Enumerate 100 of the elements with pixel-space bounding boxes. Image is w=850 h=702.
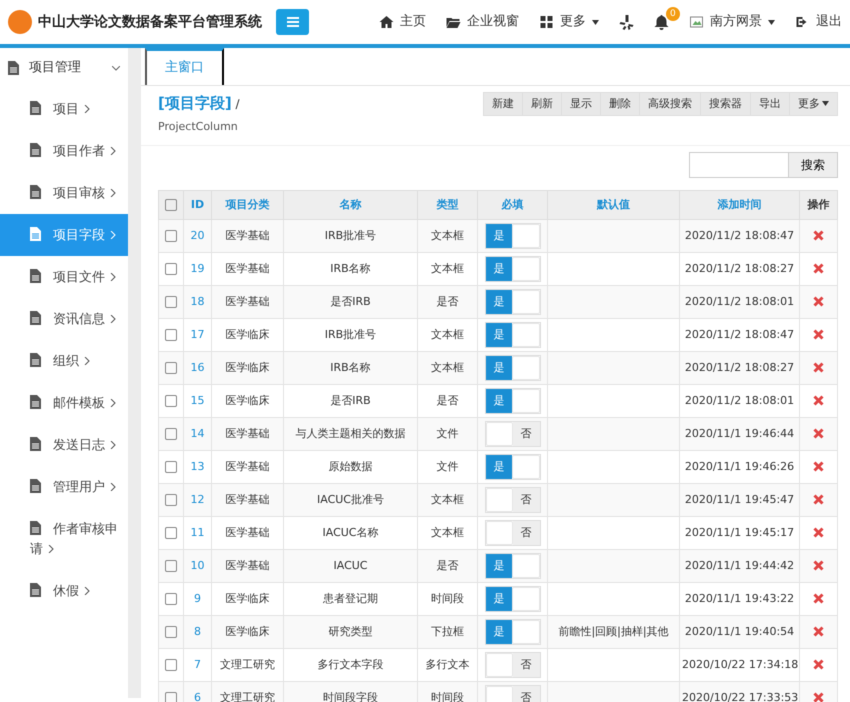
column-header[interactable]: 必填 bbox=[502, 198, 524, 211]
row-checkbox[interactable] bbox=[165, 592, 177, 605]
column-header[interactable]: 名称 bbox=[340, 198, 362, 211]
delete-icon[interactable] bbox=[813, 527, 824, 538]
chevron-icon bbox=[110, 441, 116, 449]
chevron-icon bbox=[110, 399, 116, 407]
table-cell: 文本框 bbox=[431, 526, 464, 539]
delete-icon[interactable] bbox=[813, 362, 824, 374]
column-header[interactable]: 类型 bbox=[436, 198, 458, 211]
bell-icon[interactable] bbox=[654, 14, 669, 30]
table-cell: 医学临床 bbox=[226, 328, 270, 341]
sidebar-item[interactable]: 管理用户 bbox=[0, 466, 128, 508]
table-cell: 医学基础 bbox=[226, 460, 270, 473]
sidebar-item[interactable]: 项目审核 bbox=[0, 172, 128, 214]
required-toggle[interactable]: 是 bbox=[484, 388, 540, 414]
nav-link[interactable]: 主页 bbox=[379, 12, 426, 32]
chevron-icon bbox=[110, 315, 116, 323]
required-toggle[interactable]: 是 bbox=[484, 586, 540, 612]
row-checkbox[interactable] bbox=[165, 658, 177, 671]
required-toggle[interactable]: 是 bbox=[484, 223, 540, 249]
sidebar-item[interactable]: 项目文件 bbox=[0, 256, 128, 298]
delete-icon[interactable] bbox=[813, 230, 824, 242]
toolbar-button[interactable]: 高级搜索 bbox=[640, 92, 701, 116]
row-checkbox[interactable] bbox=[165, 460, 177, 473]
column-header[interactable]: 添加时间 bbox=[718, 198, 762, 211]
row-checkbox[interactable] bbox=[165, 526, 177, 539]
delete-icon[interactable] bbox=[813, 626, 824, 638]
tab[interactable]: 主窗口 bbox=[145, 48, 224, 85]
search-field[interactable] bbox=[689, 152, 789, 178]
delete-icon[interactable] bbox=[813, 593, 824, 604]
page-title: [项目字段] bbox=[158, 94, 232, 112]
row-checkbox[interactable] bbox=[165, 362, 177, 374]
burst-icon[interactable] bbox=[619, 14, 634, 30]
delete-icon[interactable] bbox=[813, 296, 824, 308]
column-header[interactable]: 默认值 bbox=[597, 198, 630, 211]
id-link[interactable]: 7 bbox=[194, 658, 201, 671]
toolbar-button[interactable]: 导出 bbox=[751, 92, 790, 116]
row-checkbox[interactable] bbox=[165, 262, 177, 275]
sidebar-item[interactable]: 资讯信息 bbox=[0, 298, 128, 340]
required-toggle[interactable]: 是 bbox=[484, 256, 540, 282]
sidebar-item[interactable]: 休假 bbox=[0, 570, 128, 612]
required-toggle[interactable]: 否 bbox=[484, 421, 540, 447]
delete-icon[interactable] bbox=[813, 263, 824, 274]
required-toggle[interactable]: 否 bbox=[484, 520, 540, 546]
toolbar-button[interactable]: 删除 bbox=[601, 92, 640, 116]
image-icon bbox=[689, 14, 704, 30]
toolbar-button[interactable]: 新建 bbox=[483, 92, 523, 116]
toolbar-button[interactable]: 更多 bbox=[790, 92, 838, 116]
id-link[interactable]: 6 bbox=[194, 690, 201, 702]
nav-link[interactable]: 企业视窗 bbox=[446, 12, 519, 32]
sidebar-item[interactable]: 项目字段 bbox=[0, 214, 128, 256]
scrollbar[interactable] bbox=[128, 48, 141, 698]
delete-icon[interactable] bbox=[813, 692, 824, 702]
row-checkbox[interactable] bbox=[165, 692, 177, 702]
row-checkbox[interactable] bbox=[165, 560, 177, 572]
required-toggle[interactable]: 是 bbox=[484, 355, 540, 381]
id-link[interactable]: 9 bbox=[194, 592, 201, 605]
sidebar-item[interactable]: 项目 bbox=[0, 88, 128, 130]
required-toggle[interactable]: 是 bbox=[484, 553, 540, 579]
toolbar-button[interactable]: 搜索器 bbox=[701, 92, 751, 116]
delete-icon[interactable] bbox=[813, 560, 824, 572]
delete-icon[interactable] bbox=[813, 428, 824, 440]
search-button[interactable]: 搜索 bbox=[789, 152, 838, 178]
table-cell: IACUC名称 bbox=[322, 526, 378, 539]
row-checkbox[interactable] bbox=[165, 494, 177, 506]
required-toggle[interactable]: 是 bbox=[484, 619, 540, 645]
row-checkbox[interactable] bbox=[165, 626, 177, 638]
row-checkbox[interactable] bbox=[165, 428, 177, 440]
required-toggle[interactable]: 是 bbox=[484, 322, 540, 348]
delete-icon[interactable] bbox=[813, 329, 824, 340]
row-checkbox[interactable] bbox=[165, 328, 177, 341]
delete-icon[interactable] bbox=[813, 395, 824, 406]
required-toggle[interactable]: 否 bbox=[484, 685, 540, 702]
nav-link[interactable]: 更多 bbox=[539, 12, 599, 32]
table-cell: 是否 bbox=[436, 558, 458, 572]
delete-icon[interactable] bbox=[813, 461, 824, 472]
toolbar-button[interactable]: 显示 bbox=[562, 92, 601, 116]
row-checkbox[interactable] bbox=[165, 394, 177, 407]
required-toggle[interactable]: 否 bbox=[484, 652, 540, 678]
delete-icon[interactable] bbox=[813, 659, 824, 670]
sidebar-item[interactable]: 组织 bbox=[0, 340, 128, 382]
sidebar-item[interactable]: 项目作者 bbox=[0, 130, 128, 172]
select-all-checkbox[interactable] bbox=[165, 198, 177, 211]
sidebar-item[interactable]: 邮件模板 bbox=[0, 382, 128, 424]
required-toggle[interactable]: 否 bbox=[484, 487, 540, 513]
row-checkbox[interactable] bbox=[165, 296, 177, 308]
sidebar-item[interactable]: 发送日志 bbox=[0, 424, 128, 466]
nav-link[interactable]: 退出 bbox=[795, 12, 842, 32]
id-link[interactable]: 8 bbox=[194, 624, 201, 638]
required-toggle[interactable]: 是 bbox=[484, 289, 540, 315]
menu-button[interactable] bbox=[276, 9, 309, 35]
required-toggle[interactable]: 是 bbox=[484, 454, 540, 480]
sidebar-group[interactable]: 项目管理 bbox=[0, 48, 128, 88]
table-cell: 医学基础 bbox=[226, 558, 270, 572]
nav-link[interactable]: 南方网景 bbox=[689, 12, 775, 32]
chevron-icon bbox=[110, 231, 116, 239]
sidebar-item[interactable]: 作者审核申请 bbox=[0, 508, 128, 570]
delete-icon[interactable] bbox=[813, 494, 824, 506]
row-checkbox[interactable] bbox=[165, 230, 177, 242]
toolbar-button[interactable]: 刷新 bbox=[523, 92, 562, 116]
